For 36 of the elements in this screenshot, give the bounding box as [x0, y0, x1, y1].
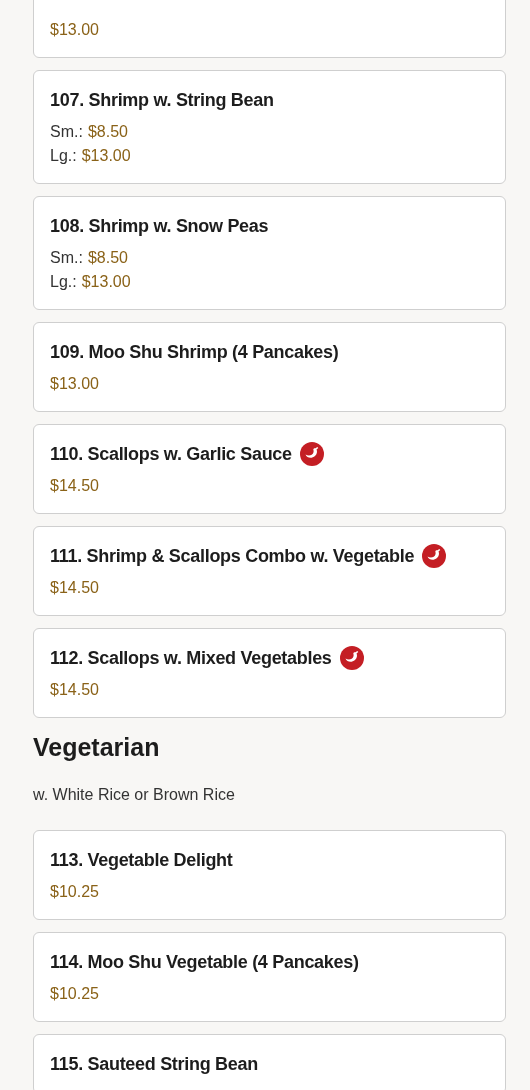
- menu-item-card[interactable]: 112. Scallops w. Mixed Vegetables $14.50: [33, 628, 506, 718]
- item-price: $13.00: [50, 374, 99, 394]
- section-note: w. White Rice or Brown Rice: [33, 786, 236, 804]
- section-heading: Vegetarian: [33, 732, 161, 762]
- menu-item-card[interactable]: 109. Moo Shu Shrimp (4 Pancakes) $13.00: [33, 322, 506, 412]
- menu-item-card[interactable]: 114. Moo Shu Vegetable (4 Pancakes) $10.25: [33, 932, 506, 1022]
- size-label: Lg.:: [50, 272, 77, 292]
- item-price: $14.50: [50, 476, 99, 496]
- menu-item-card[interactable]: 107. Shrimp w. String Bean Sm.: $8.50 Lg.: $13.00: [33, 70, 506, 184]
- menu-item-card[interactable]: 108. Shrimp w. Snow Peas Sm.: $8.50 Lg.: $13.00: [33, 196, 506, 310]
- item-price: $14.50: [50, 680, 99, 700]
- item-name: 108. Shrimp w. Snow Peas: [50, 215, 269, 237]
- size-label: Sm.:: [50, 122, 83, 142]
- item-price: $13.00: [81, 272, 131, 292]
- item-price: $10.25: [50, 984, 99, 1004]
- item-name: 110. Scallops w. Garlic Sauce: [50, 443, 292, 465]
- item-name: 111. Shrimp & Scallops Combo w. Vegetable: [50, 545, 415, 567]
- item-name: 115. Sauteed String Bean: [50, 1053, 258, 1075]
- item-price: $14.50: [50, 578, 99, 598]
- item-price: $8.50: [87, 122, 128, 142]
- item-price: $8.50: [87, 248, 128, 268]
- item-name: 107. Shrimp w. String Bean: [50, 89, 274, 111]
- item-price: $10.25: [50, 882, 99, 902]
- item-name: 109. Moo Shu Shrimp (4 Pancakes): [50, 341, 339, 363]
- item-price: $13.00: [81, 146, 131, 166]
- menu-item-card[interactable]: 115. Sauteed String Bean: [33, 1034, 506, 1090]
- size-label: Lg.:: [50, 146, 77, 166]
- item-name: 112. Scallops w. Mixed Vegetables: [50, 647, 332, 669]
- menu-item-card[interactable]: $13.00: [33, 0, 506, 58]
- item-name: 113. Vegetable Delight: [50, 849, 233, 871]
- item-price: $13.00: [50, 20, 99, 40]
- menu-item-card[interactable]: 113. Vegetable Delight $10.25: [33, 830, 506, 920]
- menu-item-card[interactable]: 111. Shrimp & Scallops Combo w. Vegetable $14.50: [33, 526, 506, 616]
- size-label: Sm.:: [50, 248, 83, 268]
- menu-item-card[interactable]: 110. Scallops w. Garlic Sauce $14.50: [33, 424, 506, 514]
- item-name: 114. Moo Shu Vegetable (4 Pancakes): [50, 951, 359, 973]
